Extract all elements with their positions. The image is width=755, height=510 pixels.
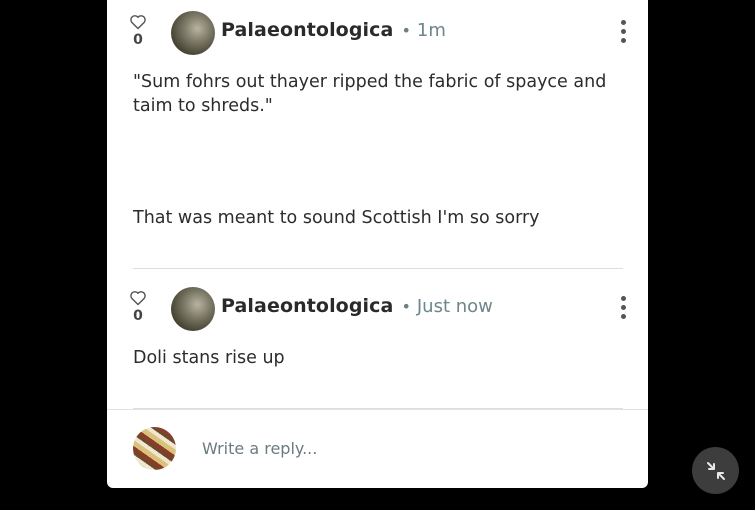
like-count: 0	[133, 308, 143, 324]
comment-text: "Sum fohrs out thayer ripped the fabric …	[133, 72, 607, 116]
comments-panel: 0 Palaeontologica • 1m "Sum fohrs out th…	[107, 0, 648, 488]
like-count: 0	[133, 32, 143, 48]
collapse-arrows-icon	[706, 461, 725, 480]
author-name[interactable]: Palaeontologica	[221, 295, 393, 317]
comment-meta: Palaeontologica • 1m	[221, 19, 446, 41]
meta-separator: •	[401, 297, 411, 316]
current-user-avatar	[133, 427, 176, 470]
more-options-icon[interactable]	[617, 20, 629, 46]
reply-input[interactable]	[200, 438, 584, 459]
comment-text: That was meant to sound Scottish I'm so …	[133, 208, 540, 228]
meta-separator: •	[401, 21, 411, 40]
timestamp: 1m	[416, 20, 446, 41]
avatar[interactable]	[171, 11, 215, 55]
comment-text: Doli stans rise up	[133, 348, 285, 368]
like-control[interactable]: 0	[128, 290, 148, 324]
author-name[interactable]: Palaeontologica	[221, 19, 393, 41]
divider	[133, 268, 623, 269]
more-options-icon[interactable]	[617, 296, 629, 322]
comment-meta: Palaeontologica • Just now	[221, 295, 493, 317]
timestamp: Just now	[416, 296, 493, 317]
like-control[interactable]: 0	[128, 14, 148, 48]
heart-icon[interactable]	[129, 14, 147, 30]
heart-icon[interactable]	[129, 290, 147, 306]
avatar[interactable]	[171, 287, 215, 331]
reply-bar	[107, 409, 648, 488]
minimize-button[interactable]	[692, 447, 739, 494]
